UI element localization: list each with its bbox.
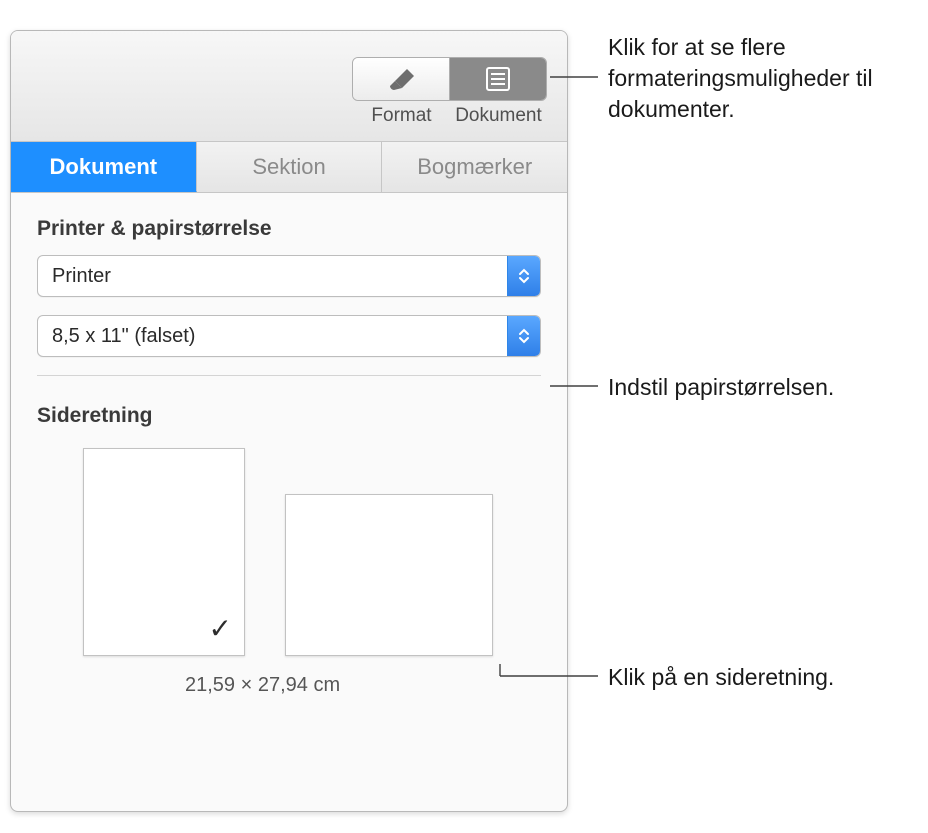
paper-size-popup-value: 8,5 x 11" (falset)	[52, 325, 195, 348]
printer-popup-value: Printer	[52, 265, 111, 288]
orientation-section-title: Sideretning	[37, 404, 541, 428]
document-button[interactable]	[450, 58, 546, 100]
check-icon: ✓	[209, 612, 232, 645]
callout-toolbar: Klik for at se flere formateringsmulighe…	[608, 32, 908, 125]
orientation-landscape[interactable]	[285, 494, 493, 656]
paintbrush-icon	[384, 66, 418, 92]
tab-bookmarks[interactable]: Bogmærker	[382, 142, 567, 192]
tab-bar: Dokument Sektion Bogmærker	[11, 142, 567, 193]
document-label: Dokument	[450, 105, 547, 127]
inspector-panel: Format Dokument Dokument Sektion Bogmærk…	[10, 30, 568, 812]
document-icon	[484, 66, 512, 92]
tab-document[interactable]: Dokument	[11, 142, 197, 192]
tab-section[interactable]: Sektion	[197, 142, 383, 192]
format-label: Format	[353, 105, 450, 127]
format-button[interactable]	[353, 58, 450, 100]
toolbar: Format Dokument	[11, 31, 567, 142]
printer-popup[interactable]: Printer	[37, 255, 541, 297]
orientation-dimensions: 21,59 × 27,94 cm	[185, 674, 541, 697]
popup-arrow-icon	[507, 316, 540, 356]
paper-size-popup[interactable]: 8,5 x 11" (falset)	[37, 315, 541, 357]
orientation-portrait[interactable]: ✓	[83, 448, 245, 656]
inspector-mode-segmented	[352, 57, 547, 101]
printer-section-title: Printer & papirstørrelse	[37, 217, 541, 241]
callout-orientation: Klik på en sideretning.	[608, 662, 908, 693]
popup-arrow-icon	[507, 256, 540, 296]
divider	[37, 375, 541, 376]
callout-paper-size: Indstil papirstørrelsen.	[608, 372, 908, 403]
